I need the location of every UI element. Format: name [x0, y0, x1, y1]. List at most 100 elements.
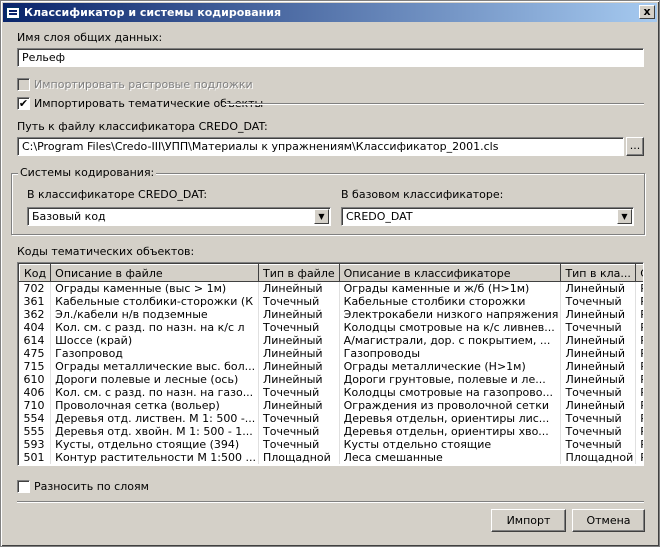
- table-cell: Ограждения из проволочной сетки: [339, 399, 562, 412]
- column-header[interactable]: Описание в классификаторе: [338, 264, 562, 282]
- table-cell: Линейный: [560, 347, 637, 360]
- table-cell: Точечный: [258, 321, 340, 334]
- table-cell: Рельеф: [635, 308, 643, 321]
- table-row[interactable]: 702 Ограды каменные (выс > 1м) Линейный Огр…: [19, 281, 643, 295]
- column-header[interactable]: Тип в файле: [258, 264, 340, 282]
- column-header[interactable]: Слой: [635, 264, 643, 282]
- table-cell: Контур растительности М 1:500 ...: [50, 451, 259, 464]
- table-cell: Площадной: [258, 451, 340, 464]
- table-cell: Рельеф: [635, 347, 643, 360]
- split-layers-checkbox[interactable]: [17, 480, 30, 493]
- table-cell: 702: [19, 281, 52, 295]
- table-row[interactable]: 404 Кол. см. с разд. по назн. на к/с л Точ…: [19, 321, 643, 334]
- table-cell: 715: [19, 360, 52, 373]
- table-row[interactable]: 475 Газопровод Линейный Газопроводы Линейный…: [19, 347, 643, 360]
- table-cell: Точечный: [560, 438, 637, 451]
- split-layers-label: Разносить по слоям: [34, 480, 149, 493]
- table-cell: 404: [19, 321, 52, 334]
- table-cell: Колодцы смотровые на газопрово...: [339, 386, 562, 399]
- column-header[interactable]: Код: [18, 264, 52, 282]
- table-row[interactable]: 361 Кабельные столбики-сторожки (К Точечны…: [19, 295, 643, 308]
- table-cell: Дороги полевые и лесные (ось): [50, 373, 259, 386]
- table-row[interactable]: 555 Деревья отд. хвойн. М 1: 500 - 1... То…: [19, 425, 643, 438]
- table-cell: Линейный: [560, 308, 637, 321]
- table-cell: Деревья отдельн, ориентиры лис...: [339, 412, 562, 425]
- table-cell: Линейный: [560, 360, 637, 373]
- layer-name-input[interactable]: Рельеф: [17, 48, 644, 67]
- in-classifier-select[interactable]: Базовый код ▼: [27, 207, 331, 226]
- bottom-separator: [17, 501, 644, 503]
- column-header[interactable]: Описание в файле: [50, 264, 259, 282]
- table-cell: 593: [19, 438, 52, 451]
- table-cell: Рельеф: [635, 399, 643, 412]
- table-cell: Рельеф: [635, 373, 643, 386]
- table-cell: Деревья отд. листвен. М 1: 500 -...: [50, 412, 259, 425]
- table-row[interactable]: 362 Эл./кабели н/в подземные Линейный Элект…: [19, 308, 643, 321]
- browse-button[interactable]: ...: [626, 137, 644, 156]
- table-cell: Кабельные столбики-сторожки (К: [50, 295, 259, 308]
- close-button[interactable]: x: [639, 5, 655, 19]
- table-cell: Дороги грунтовые, полевые и ле...: [339, 373, 562, 386]
- table-cell: Рельеф: [635, 438, 643, 451]
- table-cell: 710: [19, 399, 52, 412]
- layer-name-label: Имя слоя общих данных:: [17, 31, 163, 44]
- table-cell: 610: [19, 373, 52, 386]
- table-cell: Ограды металлические выс. бол...: [50, 360, 259, 373]
- table-row[interactable]: 614 Шоссе (край) Линейный А/магистрали, дор…: [19, 334, 643, 347]
- table-row[interactable]: 406 Кол. см. с разд. по назн. на газо... Т…: [19, 386, 643, 399]
- table-row[interactable]: 554 Деревья отд. листвен. М 1: 500 -... То…: [19, 412, 643, 425]
- import-raster-checkbox[interactable]: [17, 78, 30, 91]
- table-row[interactable]: 710 Проволочная сетка (вольер) Линейный Огр…: [19, 399, 643, 412]
- table-cell: Рельеф: [635, 334, 643, 347]
- table-cell: 501: [19, 451, 52, 464]
- table-cell: Линейный: [258, 308, 340, 321]
- base-classifier-value: CREDO_DAT: [346, 210, 413, 223]
- import-raster-label: Импортировать растровые подложки: [34, 78, 253, 91]
- table-cell: 362: [19, 308, 52, 321]
- table-row[interactable]: 501 Контур растительности М 1:500 ... Площ…: [19, 451, 643, 464]
- table-cell: Рельеф: [635, 360, 643, 373]
- table-cell: А/магистрали, дор. с покрытием, ...: [339, 334, 562, 347]
- table-cell: Точечный: [560, 412, 637, 425]
- table-cell: Проволочная сетка (вольер): [50, 399, 259, 412]
- codes-table[interactable]: Код Описание в файле Тип в файле Описание в…: [17, 262, 644, 466]
- table-cell: Линейный: [258, 399, 340, 412]
- separator: [225, 103, 644, 105]
- table-cell: Рельеф: [635, 425, 643, 438]
- table-cell: Кабельные столбики сторожки: [339, 295, 562, 308]
- table-cell: Точечный: [560, 321, 637, 334]
- table-cell: Газопровод: [50, 347, 259, 360]
- table-cell: Шоссе (край): [50, 334, 259, 347]
- import-button[interactable]: Импорт: [491, 509, 566, 532]
- table-cell: Площадной: [560, 451, 637, 464]
- table-cell: Линейный: [258, 373, 340, 386]
- table-row[interactable]: 610 Дороги полевые и лесные (ось) Линейный…: [19, 373, 643, 386]
- table-cell: Деревья отдельн, ориентиры хво...: [339, 425, 562, 438]
- table-cell: Кол. см. с разд. по назн. на к/с л: [50, 321, 259, 334]
- chevron-down-icon[interactable]: ▼: [617, 209, 632, 224]
- table-cell: Электрокабели низкого напряжения: [339, 308, 562, 321]
- table-cell: Газопроводы: [339, 347, 562, 360]
- in-classifier-value: Базовый код: [32, 210, 106, 223]
- table-cell: Кол. см. с разд. по назн. на газо...: [50, 386, 259, 399]
- cancel-button[interactable]: Отмена: [572, 509, 645, 532]
- table-cell: Точечный: [560, 386, 637, 399]
- base-classifier-select[interactable]: CREDO_DAT ▼: [341, 207, 634, 226]
- column-header[interactable]: Тип в кла...: [560, 264, 637, 282]
- table-cell: Рельеф: [635, 412, 643, 425]
- table-cell: Линейный: [560, 334, 637, 347]
- table-cell: Точечный: [258, 386, 340, 399]
- app-icon: [6, 6, 20, 19]
- chevron-down-icon[interactable]: ▼: [314, 209, 329, 224]
- table-cell: Линейный: [560, 399, 637, 412]
- import-thematic-checkbox[interactable]: ✔: [17, 97, 30, 110]
- table-cell: Рельеф: [635, 451, 643, 464]
- base-classifier-label: В базовом классификаторе:: [341, 188, 504, 201]
- table-cell: Эл./кабели н/в подземные: [50, 308, 259, 321]
- table-cell: Линейный: [258, 334, 340, 347]
- table-cell: Точечный: [560, 295, 637, 308]
- table-row[interactable]: 715 Ограды металлические выс. бол... Линей…: [19, 360, 643, 373]
- classifier-path-input[interactable]: C:\Program Files\Credo-III\УПП\Материалы…: [17, 137, 624, 156]
- table-row[interactable]: 593 Кусты, отдельно стоящие (394) Точечный…: [19, 438, 643, 451]
- table-cell: Линейный: [560, 373, 637, 386]
